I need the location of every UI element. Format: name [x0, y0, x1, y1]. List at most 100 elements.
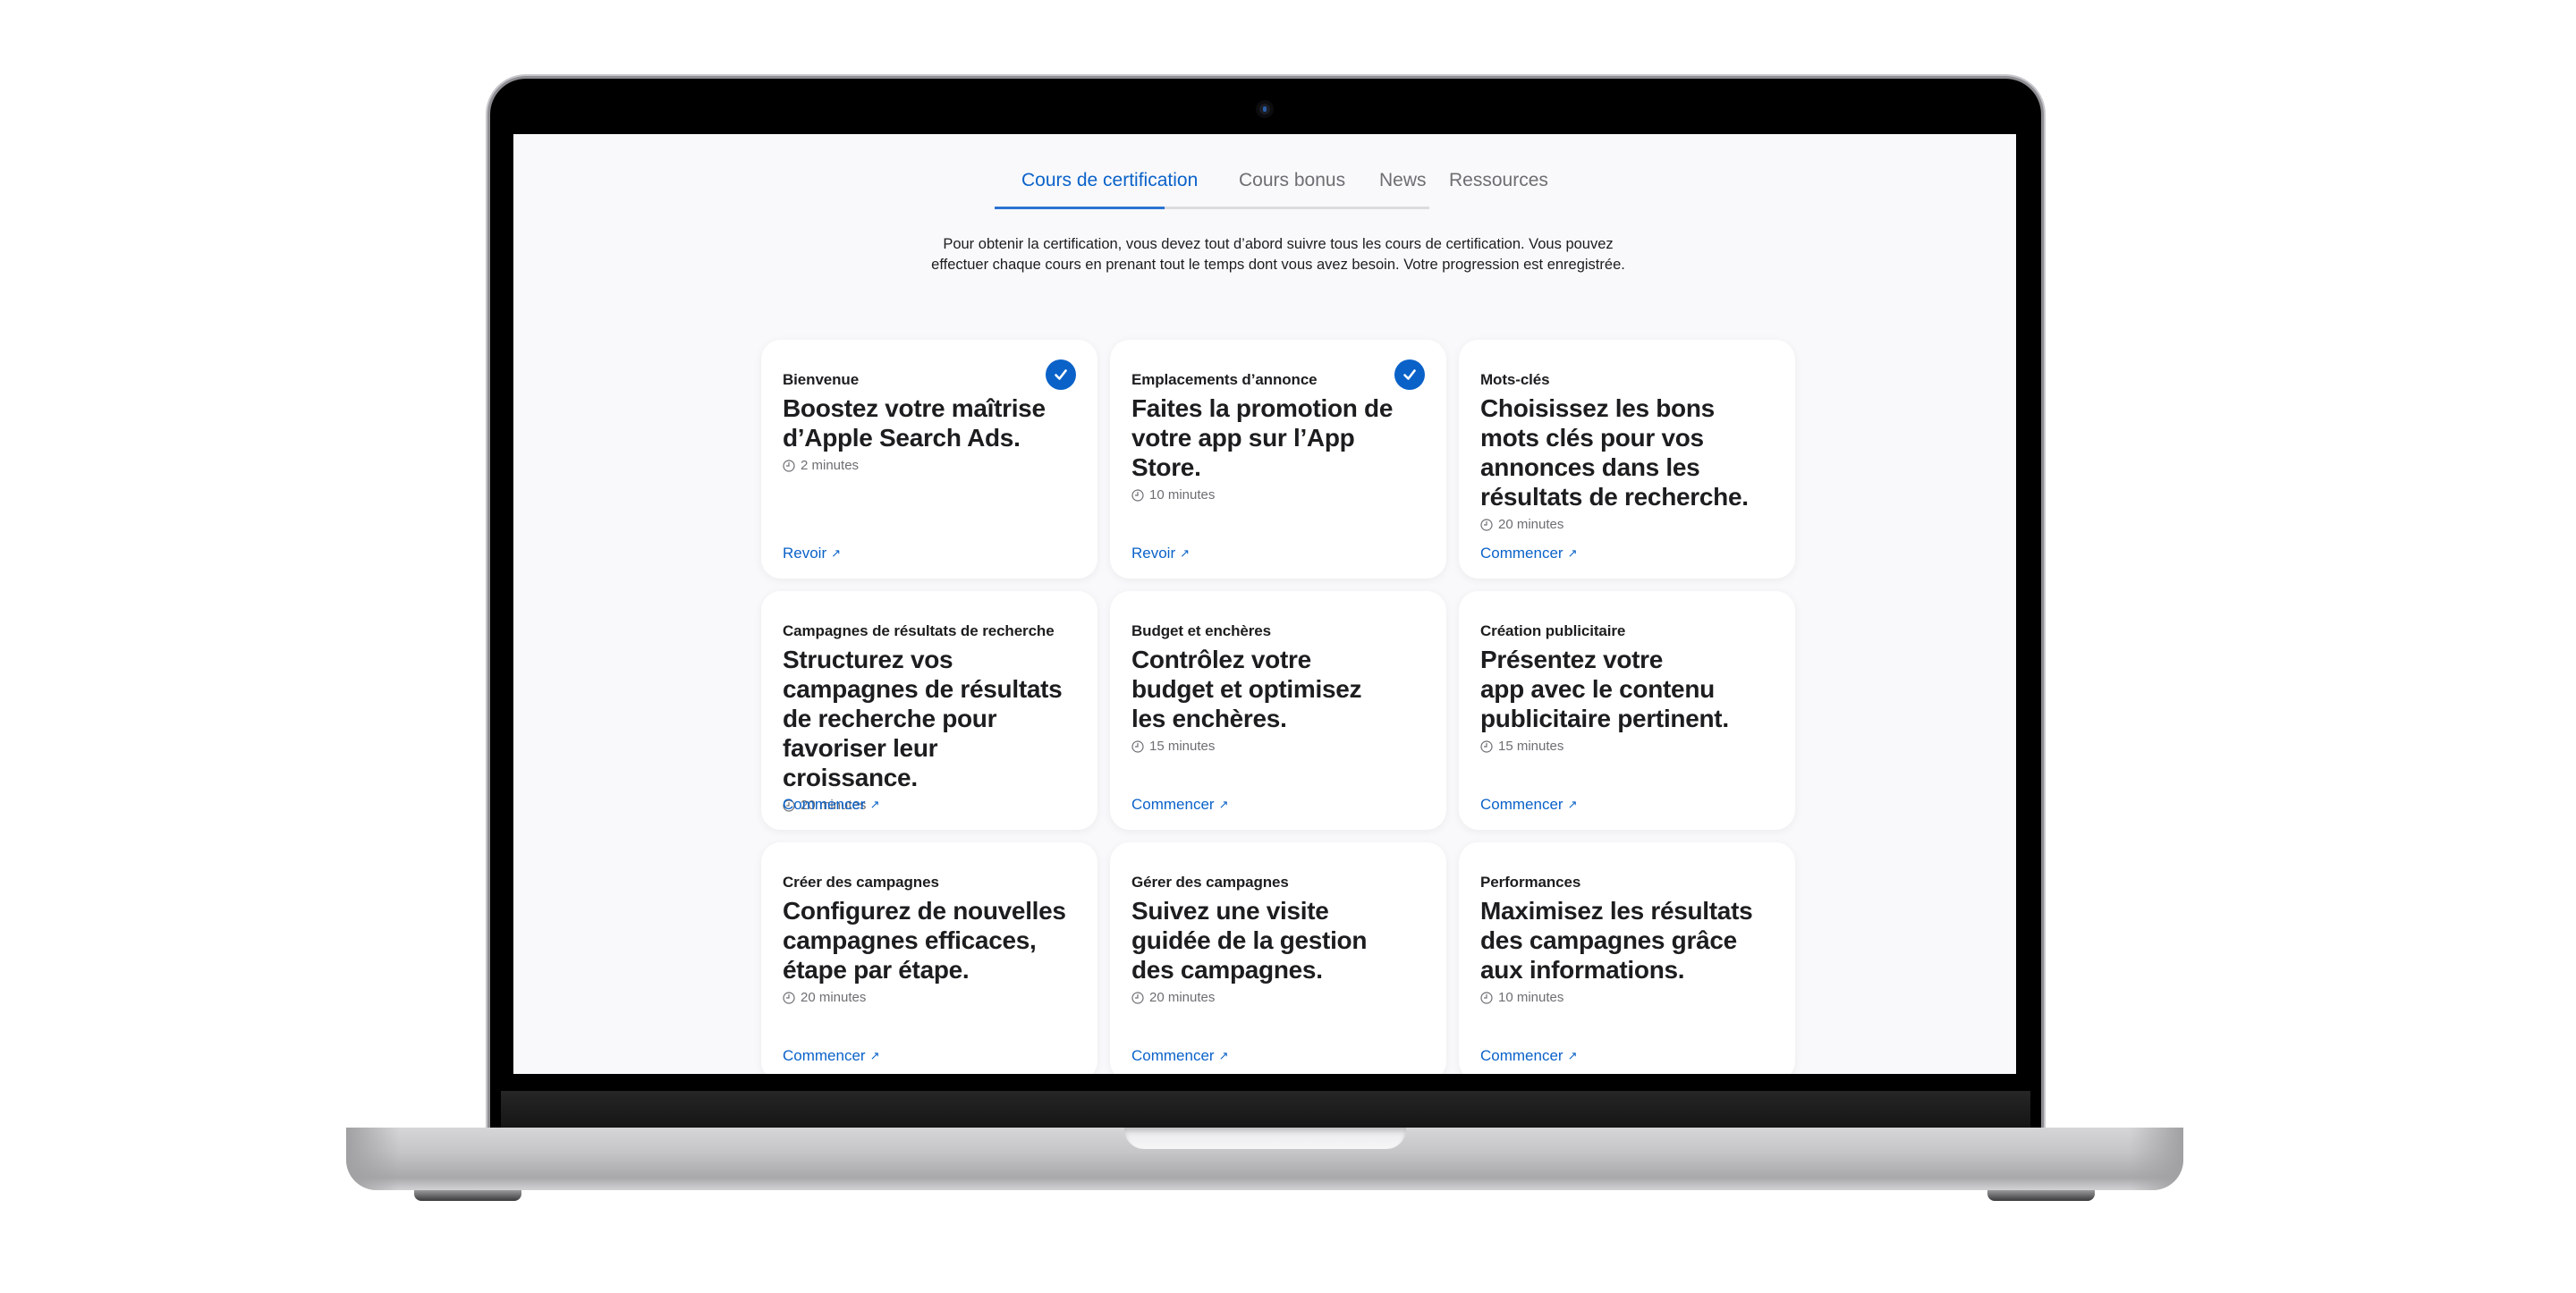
arrow-up-right-icon: ↗ — [1567, 798, 1578, 811]
arrow-up-right-icon: ↗ — [869, 798, 880, 811]
course-title-line: app avec le contenu — [1480, 675, 1715, 703]
arrow-up-right-icon: ↗ — [1218, 798, 1229, 811]
course-title-line: les enchères. — [1131, 705, 1287, 732]
course-title-line: mots clés pour vos — [1480, 424, 1704, 452]
course-title-line: Maximisez les résultats — [1480, 897, 1753, 925]
course-duration-text: 15 minutes — [1149, 739, 1216, 754]
course-title-line: budget et optimisez — [1131, 675, 1362, 703]
course-link-label: Commencer — [1131, 1047, 1215, 1064]
course-category: Gérer des campagnes — [1131, 874, 1289, 891]
tab-news[interactable]: News — [1379, 170, 1427, 191]
course-duration-text: 20 minutes — [1498, 517, 1564, 532]
course-title: Maximisez les résultats des campagnes grâ… — [1480, 896, 1775, 985]
start-course-link[interactable]: Commencer ↗ — [1480, 545, 1578, 562]
course-title-line: campagnes de résultats — [783, 675, 1063, 703]
course-title: Configurez de nouvelles campagnes efficac… — [783, 896, 1078, 985]
course-duration: 2 minutes — [783, 458, 1076, 473]
course-card-9[interactable]: Performances Maximisez les résultats des … — [1459, 842, 1795, 1074]
course-title-line: des campagnes grâce — [1480, 926, 1737, 954]
course-link-label: Commencer — [1480, 545, 1563, 562]
course-category: Bienvenue — [783, 371, 860, 388]
clock-icon — [1480, 739, 1493, 753]
course-duration-text: 20 minutes — [1149, 990, 1216, 1005]
checkmark-circle-icon — [1394, 359, 1425, 390]
intro-text: Pour obtenir la certification, vous deve… — [818, 234, 1739, 275]
course-category: Emplacements d’annonce — [1131, 371, 1318, 388]
course-duration-text: 15 minutes — [1498, 739, 1564, 754]
course-duration: 15 minutes — [1480, 739, 1774, 754]
start-course-link[interactable]: Commencer ↗ — [1480, 796, 1578, 814]
course-link-label: Commencer — [783, 1047, 866, 1064]
course-title: Structurez vos campagnes de résultats de r… — [783, 645, 1078, 792]
course-duration-text: 2 minutes — [801, 458, 860, 473]
course-card-6[interactable]: Création publicitaire Présentez votre app… — [1459, 591, 1795, 830]
tab-certification-courses[interactable]: Cours de certification — [1021, 170, 1198, 191]
course-title-line: campagnes efficaces, — [783, 926, 1037, 954]
course-title-line: guidée de la gestion — [1131, 926, 1368, 954]
start-course-link[interactable]: Commencer ↗ — [783, 1047, 880, 1065]
course-title-line: étape par étape. — [783, 956, 970, 984]
course-category: Budget et enchères — [1131, 622, 1271, 639]
arrow-up-right-icon: ↗ — [1567, 1049, 1578, 1062]
course-card-8[interactable]: Gérer des campagnes Suivez une visite gui… — [1110, 842, 1446, 1074]
course-category: Mots-clés — [1480, 371, 1550, 388]
course-title-line: Structurez vos — [783, 646, 953, 673]
clock-icon — [1131, 739, 1144, 753]
arrow-up-right-icon: ↗ — [1567, 546, 1578, 560]
clock-icon — [1131, 488, 1144, 502]
arrow-up-right-icon: ↗ — [1180, 546, 1191, 560]
clock-icon — [783, 459, 795, 472]
arrow-up-right-icon: ↗ — [1218, 1049, 1229, 1062]
course-duration: 20 minutes — [1480, 517, 1774, 532]
course-title-line: Faites la promotion de — [1131, 394, 1394, 422]
course-card-1[interactable]: Bienvenue Boostez votre maîtrise d’Apple … — [761, 340, 1097, 579]
course-card-3[interactable]: Mots-clés Choisissez les bons mots clés p… — [1459, 340, 1795, 579]
course-title-line: Configurez de nouvelles — [783, 897, 1066, 925]
course-link-label: Commencer — [783, 796, 866, 813]
course-title-line: de recherche pour — [783, 705, 997, 732]
course-duration-text: 20 minutes — [801, 990, 867, 1005]
clock-icon — [1480, 991, 1493, 1004]
arrow-up-right-icon: ↗ — [831, 546, 842, 560]
start-course-link[interactable]: Commencer ↗ — [783, 796, 880, 814]
course-card-5[interactable]: Budget et enchères Contrôlez votre budget… — [1110, 591, 1446, 830]
intro-line-2: effectuer chaque cours en prenant tout l… — [931, 257, 1625, 273]
course-link-label: Revoir — [1131, 545, 1176, 562]
course-card-4[interactable]: Campagnes de résultats de recherche Stru… — [761, 591, 1097, 830]
start-course-link[interactable]: Commencer ↗ — [1131, 796, 1229, 814]
start-course-link[interactable]: Commencer ↗ — [1131, 1047, 1229, 1065]
tab-resources[interactable]: Ressources — [1449, 170, 1548, 191]
course-grid: Bienvenue Boostez votre maîtrise d’Apple … — [761, 340, 1799, 1074]
course-category: Campagnes de résultats de recherche — [783, 622, 1055, 639]
laptop-thumb-notch — [1124, 1128, 1406, 1149]
clock-icon — [1480, 518, 1493, 531]
review-course-link[interactable]: Revoir ↗ — [783, 545, 841, 562]
course-title-line: Présentez votre — [1480, 646, 1664, 673]
course-link-label: Commencer — [1131, 796, 1215, 813]
course-card-7[interactable]: Créer des campagnes Configurez de nouvel… — [761, 842, 1097, 1074]
course-duration-text: 10 minutes — [1149, 487, 1216, 503]
course-title-line: Contrôlez votre — [1131, 646, 1311, 673]
clock-icon — [783, 991, 795, 1004]
course-category: Créer des campagnes — [783, 874, 939, 891]
course-title-line: Suivez une visite — [1131, 897, 1329, 925]
course-duration: 10 minutes — [1131, 487, 1425, 503]
tab-bonus-courses[interactable]: Cours bonus — [1239, 170, 1345, 191]
course-category: Création publicitaire — [1480, 622, 1626, 639]
course-title: Contrôlez votre budget et optimisez les en… — [1131, 645, 1427, 733]
course-link-label: Revoir — [783, 545, 827, 562]
course-title: Présentez votre app avec le contenu public… — [1480, 645, 1775, 733]
course-title-line: Choisissez les bons — [1480, 394, 1715, 422]
course-title-line: publicitaire pertinent. — [1480, 705, 1729, 732]
course-duration-text: 10 minutes — [1498, 990, 1564, 1005]
course-link-label: Commencer — [1480, 796, 1563, 813]
course-title-line: d’Apple Search Ads. — [783, 424, 1021, 452]
arrow-up-right-icon: ↗ — [869, 1049, 880, 1062]
course-card-2[interactable]: Emplacements d’annonce Faites la promoti… — [1110, 340, 1446, 579]
review-course-link[interactable]: Revoir ↗ — [1131, 545, 1190, 562]
course-title-line: Boostez votre maîtrise — [783, 394, 1046, 422]
start-course-link[interactable]: Commencer ↗ — [1480, 1047, 1578, 1065]
laptop-foot-left — [414, 1190, 521, 1201]
clock-icon — [1131, 991, 1144, 1004]
active-tab-indicator — [995, 207, 1165, 209]
